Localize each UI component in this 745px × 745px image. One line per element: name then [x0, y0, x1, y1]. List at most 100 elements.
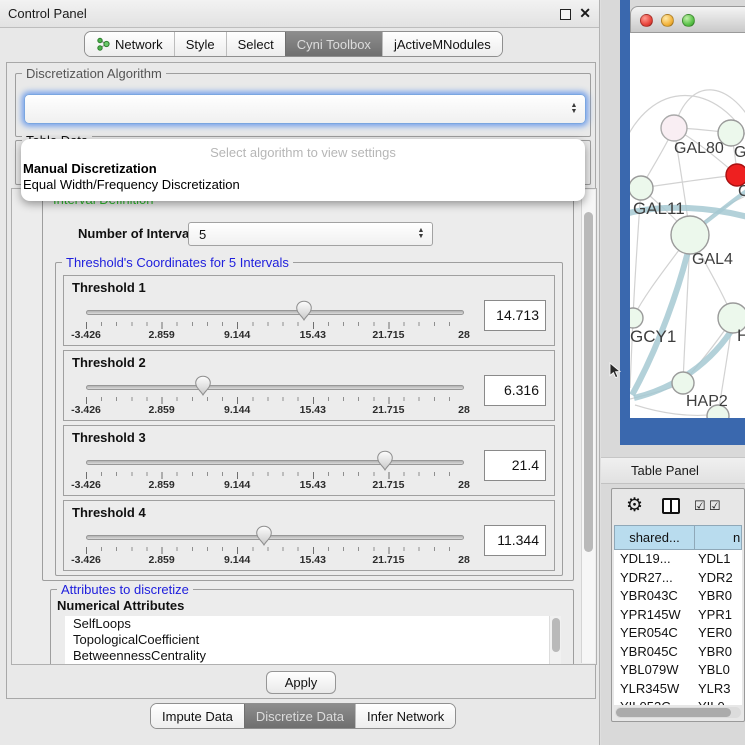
table-panel-titlebar: Table Panel — [601, 457, 745, 484]
table-row[interactable]: YBL079WYBL0 — [614, 661, 742, 680]
list-item[interactable]: BetweennessCentrality — [65, 648, 561, 664]
zoom-traffic-light[interactable] — [682, 14, 695, 27]
minimize-traffic-light[interactable] — [661, 14, 674, 27]
network-window-frame — [620, 418, 745, 445]
algorithm-dropdown-popup: Select algorithm to view settings Manual… — [21, 139, 585, 201]
threshold-1-value-field[interactable]: 14.713 — [484, 300, 546, 331]
table-panel: ⚙ ☑ ☑ shared... n YDL19...YDL1 YDR27...Y… — [611, 488, 745, 722]
table-row[interactable]: YDL19...YDL1 — [614, 550, 742, 569]
threshold-2-slider-thumb[interactable] — [195, 375, 212, 396]
threshold-2-slider-track[interactable] — [86, 385, 464, 390]
threshold-1-slider-thumb[interactable] — [296, 300, 313, 321]
slider-tick-marks — [86, 472, 464, 479]
scrollbar-thumb[interactable] — [616, 708, 731, 717]
float-window-icon[interactable] — [560, 9, 571, 20]
tab-style[interactable]: Style — [174, 32, 226, 56]
gear-icon[interactable]: ⚙ — [626, 494, 643, 517]
table-header-row: shared... n — [614, 525, 742, 550]
numerical-attributes-label: Numerical Attributes — [57, 598, 184, 613]
list-item[interactable]: TopologicalCoefficient — [65, 632, 561, 648]
screenshot-root: Control Panel ✕ Network Style Select Cyn… — [0, 0, 745, 745]
threshold-2-value-field[interactable]: 6.316 — [484, 375, 546, 406]
table-row[interactable]: YBR045CYBR0 — [614, 643, 742, 662]
tab-cyni-toolbox[interactable]: Cyni Toolbox — [285, 32, 382, 56]
slider-tick-marks — [86, 322, 464, 329]
table-panel-title: Table Panel — [631, 458, 699, 484]
control-panel-titlebar: Control Panel ✕ — [0, 0, 599, 28]
close-traffic-light[interactable] — [640, 14, 653, 27]
network-node-gal11[interactable] — [630, 176, 653, 200]
tab-jactivemnodules-label: jActiveMNodules — [394, 37, 491, 52]
table-row[interactable]: YIL052CYIL0 — [614, 698, 742, 705]
svg-text:GAL4: GAL4 — [692, 251, 733, 268]
tab-discretize-data[interactable]: Discretize Data — [244, 704, 355, 728]
slider-scale-labels: -3.426 2.859 9.144 15.43 21.715 28 — [86, 404, 464, 417]
table-horizontal-scrollbar[interactable] — [615, 707, 741, 718]
slider-tick-marks — [86, 547, 464, 554]
columns-icon[interactable] — [662, 498, 680, 514]
list-item[interactable]: SelfLoops — [65, 616, 561, 632]
table-row[interactable]: YER054CYER0 — [614, 624, 742, 643]
cyni-content-panel: Discretization Algorithm ▲▼ Select algor… — [6, 62, 596, 699]
threshold-1-slider-track[interactable] — [86, 310, 464, 315]
panel-title: Control Panel — [8, 0, 87, 27]
table-row[interactable]: YBR043CYBR0 — [614, 587, 742, 606]
settings-scroll-panel: Interval Definition Number of Intervals … — [11, 188, 597, 665]
option-equal-width-frequency[interactable]: Equal Width/Frequency Discretization — [21, 176, 585, 192]
threshold-3-value-field[interactable]: 21.4 — [484, 450, 546, 481]
threshold-4-value-field[interactable]: 11.344 — [484, 525, 546, 556]
tab-style-label: Style — [186, 37, 215, 52]
checkbox-icon[interactable]: ☑ — [694, 498, 706, 514]
network-node-gal4[interactable] — [671, 216, 709, 254]
svg-text:H: H — [737, 326, 745, 345]
column-header-shared-name[interactable]: shared... — [614, 525, 694, 550]
thresholds-group-title: Threshold's Coordinates for 5 Intervals — [62, 255, 293, 270]
num-intervals-label: Number of Intervals — [78, 226, 200, 241]
mouse-cursor — [609, 362, 621, 382]
tab-select-label: Select — [238, 37, 274, 52]
threshold-3-slider-track[interactable] — [86, 460, 464, 465]
network-window-titlebar[interactable] — [630, 6, 745, 33]
network-canvas[interactable]: GAL80 GA C GAL11 GAL4 GCY1 H HAP2 — [630, 33, 745, 418]
network-node-gcy1[interactable] — [630, 308, 643, 328]
tab-discretize-data-label: Discretize Data — [256, 709, 344, 724]
option-manual-discretization[interactable]: Manual Discretization — [21, 160, 585, 176]
tab-network[interactable]: Network — [85, 32, 174, 56]
network-node-gal80[interactable] — [661, 115, 687, 141]
threshold-4-slider-track[interactable] — [86, 535, 464, 540]
combo-arrows-icon: ▲▼ — [415, 223, 427, 245]
apply-button[interactable]: Apply — [266, 671, 336, 694]
svg-text:GAL80: GAL80 — [674, 140, 724, 157]
combo-arrows-icon: ▲▼ — [568, 95, 580, 123]
table-row[interactable]: YPR145WYPR1 — [614, 606, 742, 625]
slider-scale-labels: -3.426 2.859 9.144 15.43 21.715 28 — [86, 329, 464, 342]
algorithm-hint-text: Select algorithm to view settings — [21, 145, 585, 160]
settings-vertical-scrollbar[interactable] — [581, 190, 595, 663]
algorithm-combobox[interactable]: ▲▼ — [24, 94, 586, 124]
checkbox-icon[interactable]: ☑ — [709, 498, 721, 514]
close-icon[interactable]: ✕ — [579, 5, 591, 22]
thresholds-group: Threshold's Coordinates for 5 Intervals … — [55, 262, 563, 576]
threshold-3-slider-thumb[interactable] — [376, 450, 393, 471]
network-node-hap2[interactable] — [672, 372, 694, 394]
table-row[interactable]: YLR345WYLR3 — [614, 680, 742, 699]
attributes-list-scrollbar[interactable] — [549, 616, 561, 665]
threshold-3-row: Threshold 3 -3.426 2.859 9.144 15.43 21.… — [63, 425, 555, 496]
tab-jactivemnodules[interactable]: jActiveMNodules — [382, 32, 502, 56]
interval-definition-group: Interval Definition Number of Intervals … — [42, 199, 574, 581]
table-row[interactable]: YDR27...YDR2 — [614, 569, 742, 588]
scrollbar-thumb[interactable] — [552, 618, 560, 652]
tab-select[interactable]: Select — [226, 32, 285, 56]
threshold-2-row: Threshold 2 -3.426 2.859 9.144 15.43 21.… — [63, 350, 555, 421]
discretization-algorithm-group: Discretization Algorithm ▲▼ — [15, 73, 591, 137]
threshold-4-slider-thumb[interactable] — [255, 525, 272, 546]
column-header-name[interactable]: n — [694, 525, 742, 550]
svg-text:HAP2: HAP2 — [686, 393, 728, 410]
tab-infer-network[interactable]: Infer Network — [355, 704, 455, 728]
control-panel: Control Panel ✕ Network Style Select Cyn… — [0, 0, 600, 745]
tab-impute-data-label: Impute Data — [162, 709, 233, 724]
tab-impute-data[interactable]: Impute Data — [151, 704, 244, 728]
scrollbar-thumb[interactable] — [584, 212, 593, 552]
bottom-tab-bar: Impute Data Discretize Data Infer Networ… — [150, 703, 456, 729]
num-intervals-combobox[interactable]: 5 ▲▼ — [188, 222, 433, 246]
